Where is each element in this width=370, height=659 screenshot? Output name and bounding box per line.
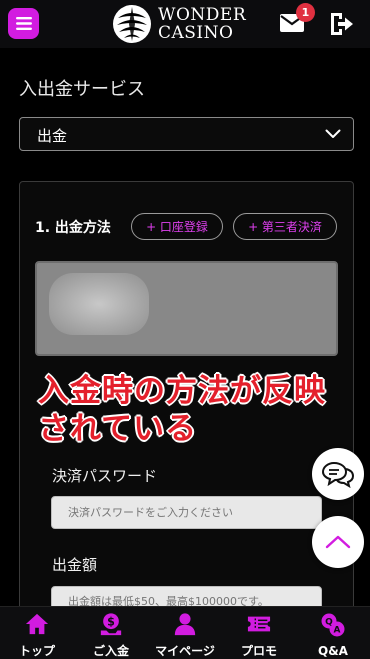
- nav-item-top[interactable]: トップ: [0, 607, 74, 659]
- qa-icon: Q A: [321, 613, 345, 637]
- logout-icon[interactable]: [328, 11, 354, 37]
- notification-badge: 1: [296, 3, 315, 22]
- password-label: 決済パスワード: [52, 467, 158, 485]
- scroll-top-button[interactable]: [312, 516, 364, 568]
- third-party-payment-button[interactable]: + 第三者決済: [233, 213, 337, 240]
- blurred-method-image: [49, 273, 149, 335]
- password-input[interactable]: [51, 496, 322, 529]
- annotation-line-1: 入金時の方法が反映: [38, 373, 326, 409]
- chat-button[interactable]: [312, 448, 364, 500]
- home-icon: [25, 613, 49, 635]
- nav-label: ご入金: [92, 644, 129, 658]
- top-header: WONDER CASINO 1: [0, 0, 370, 48]
- nav-label: トップ: [18, 644, 55, 658]
- register-account-button[interactable]: + 口座登録: [131, 213, 223, 240]
- user-icon: [174, 613, 196, 636]
- deposit-icon: $: [100, 613, 122, 636]
- select-value: 出金: [37, 127, 68, 145]
- nav-item-promo[interactable]: プロモ: [222, 607, 296, 659]
- logo-wordmark: WONDER CASINO: [158, 6, 246, 42]
- nav-label: プロモ: [240, 644, 277, 658]
- hamburger-icon: [15, 17, 32, 30]
- svg-text:A: A: [334, 626, 341, 636]
- chevron-down-icon: [325, 129, 341, 138]
- annotation-text: 入金時の方法が反映 されている: [38, 372, 326, 448]
- menu-button[interactable]: [8, 8, 39, 39]
- svg-text:Q: Q: [325, 618, 333, 628]
- logo-line-1: WONDER: [158, 5, 247, 25]
- nav-item-deposit[interactable]: $ ご入金: [74, 607, 148, 659]
- ticket-icon: [247, 616, 271, 632]
- nav-item-mypage[interactable]: マイページ: [148, 607, 222, 659]
- logo-line-2: CASINO: [158, 23, 234, 43]
- svg-text:$: $: [107, 615, 115, 628]
- service-type-select[interactable]: 出金: [19, 117, 354, 151]
- chat-bubbles-icon: [322, 461, 354, 488]
- chevron-up-icon: [325, 535, 351, 549]
- nav-label: Q&A: [318, 644, 348, 658]
- amount-label: 出金額: [52, 556, 98, 574]
- logo-emblem-icon: [113, 5, 151, 43]
- annotation-line-2: されている: [38, 411, 198, 447]
- nav-label: マイページ: [155, 644, 215, 658]
- withdrawal-method-option[interactable]: [35, 261, 338, 356]
- bottom-navigation: トップ $ ご入金 マイページ プロモ Q A Q&A: [0, 606, 370, 659]
- step-label: 1. 出金方法: [35, 220, 111, 236]
- casino-logo[interactable]: WONDER CASINO: [112, 3, 262, 45]
- nav-item-qa[interactable]: Q A Q&A: [296, 607, 370, 659]
- page-title: 入出金サービス: [19, 79, 145, 100]
